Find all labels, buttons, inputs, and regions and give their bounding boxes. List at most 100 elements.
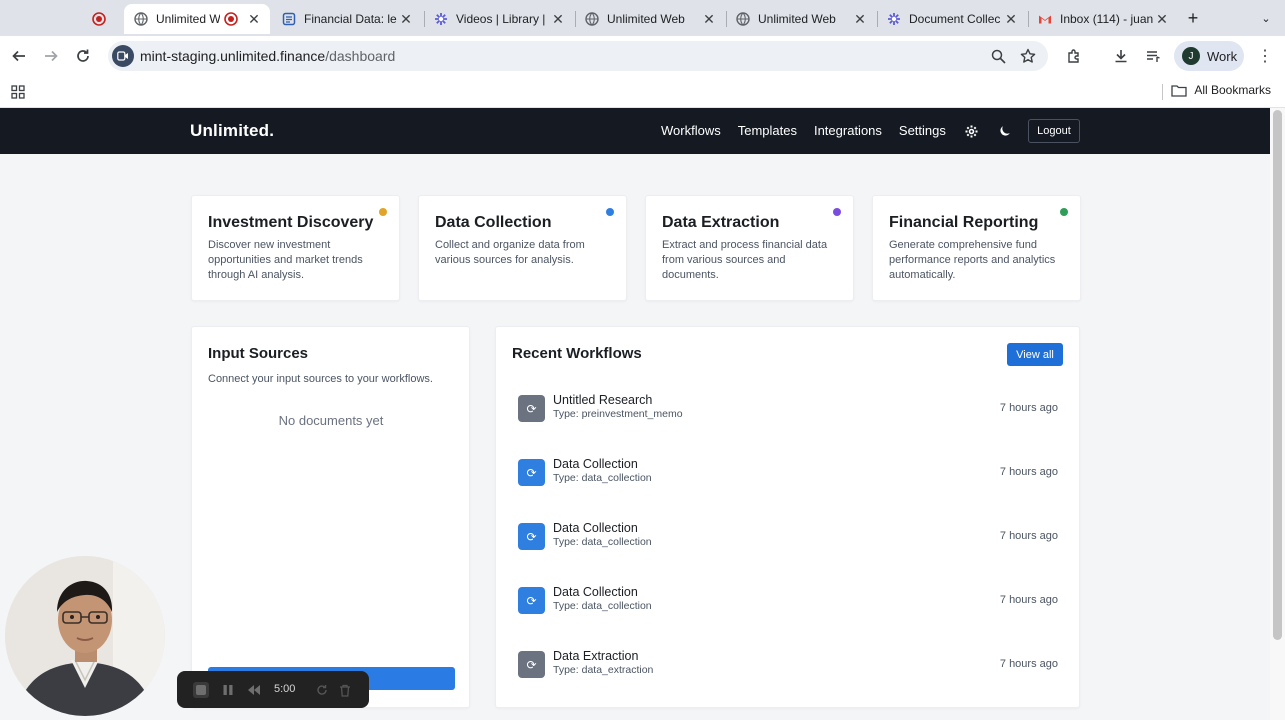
stop-icon[interactable] [193,682,209,698]
media-controls-icon[interactable] [1141,44,1165,68]
feature-card-financial-reporting[interactable]: Financial Reporting Generate comprehensi… [872,195,1081,301]
globe-icon [585,12,599,26]
new-tab-button[interactable]: + [1181,6,1205,30]
workflow-time: 7 hours ago [999,594,1058,606]
main-nav: Workflows Templates Integrations Setting… [661,123,946,138]
empty-state-text: No documents yet [278,413,384,428]
forward-arrow-icon[interactable] [39,44,63,68]
tab-close-icon[interactable]: ✕ [1154,11,1170,28]
recent-workflows-panel: Recent Workflows View all ⟳ Untitled Res… [495,326,1080,708]
tab-unlimited-web[interactable]: Unlimited Web ✕ [575,4,725,34]
browser-toolbar: mint-staging.unlimited.finance/dashboard… [0,36,1285,76]
tab-close-icon[interactable]: ✕ [701,11,717,28]
feature-card-description: Extract and process financial data from … [662,239,828,281]
reload-icon[interactable] [71,44,95,68]
status-dot [1060,208,1068,216]
loom-icon [887,12,901,26]
tab-title: Unlimited Web [758,12,836,26]
workflow-type: Type: data_extraction [553,664,654,676]
tab-close-icon[interactable]: ✕ [246,11,262,28]
all-bookmarks-label: All Bookmarks [1194,83,1271,97]
presenter-video [5,556,165,716]
tab-videos-library[interactable]: Videos | Library | ✕ [424,4,574,34]
tab-gmail-inbox[interactable]: Inbox (114) - juan ✕ [1028,4,1178,34]
site-info-icon[interactable] [112,45,134,67]
tab-close-icon[interactable]: ✕ [1003,11,1019,28]
workflow-type: Type: data_collection [553,472,652,484]
rewind-icon[interactable] [246,682,262,698]
workflow-row[interactable]: ⟳ Untitled Research Type: preinvestment_… [518,391,1058,431]
status-dot [833,208,841,216]
restart-icon[interactable] [314,682,330,698]
refresh-icon: ⟳ [518,395,545,422]
input-sources-panel: Input Sources Connect your input sources… [191,326,470,708]
tab-title: Unlimited Web [156,12,220,26]
doc-icon [282,12,296,26]
globe-icon [134,12,148,26]
extensions-puzzle-icon[interactable] [1062,44,1086,68]
url-text[interactable]: mint-staging.unlimited.finance/dashboard [140,48,395,64]
download-icon[interactable] [1109,44,1133,68]
workflow-type: Type: data_collection [553,600,652,612]
feature-card-description: Collect and organize data from various s… [435,239,585,266]
bookmark-star-icon[interactable] [1018,46,1038,66]
tab-close-icon[interactable]: ✕ [852,11,868,28]
nav-workflows[interactable]: Workflows [661,123,721,138]
apps-grid-icon[interactable] [6,80,30,104]
all-bookmarks-button[interactable]: All Bookmarks [1171,83,1271,97]
status-dot [606,208,614,216]
feature-card-description: Generate comprehensive fund performance … [889,239,1056,281]
nav-integrations[interactable]: Integrations [814,123,882,138]
trash-icon[interactable] [337,682,353,698]
logout-button[interactable]: Logout [1028,119,1080,143]
tab-document-collection[interactable]: Document Collec ✕ [877,4,1027,34]
feature-card-data-extraction[interactable]: Data Extraction Extract and process fina… [645,195,854,301]
tab-unlimited-web-active[interactable]: Unlimited Web ✕ [124,4,270,34]
brand-logo[interactable]: Unlimited. [190,121,274,141]
tab-close-icon[interactable]: ✕ [398,11,414,28]
workflow-name: Data Collection [553,521,638,535]
back-arrow-icon[interactable] [7,44,31,68]
recording-controls: 5:00 [177,671,369,708]
feature-card-investment-discovery[interactable]: Investment Discovery Discover new invest… [191,195,400,301]
zoom-magnifier-icon[interactable] [988,46,1008,66]
tab-title: Videos | Library | [456,12,546,26]
scrollbar-thumb[interactable] [1273,110,1282,640]
workflow-row[interactable]: ⟳ Data Collection Type: data_collection … [518,583,1058,623]
refresh-icon: ⟳ [518,587,545,614]
workflow-row[interactable]: ⟳ Data Collection Type: data_collection … [518,519,1058,559]
bookmarks-divider [1162,84,1163,100]
loom-icon [434,12,448,26]
nav-settings[interactable]: Settings [899,123,946,138]
profile-label: Work [1207,48,1238,64]
globe-icon [736,12,750,26]
browser-menu-kebab-icon[interactable]: ⋮ [1253,44,1277,68]
workflow-row[interactable]: ⟳ Data Collection Type: data_collection … [518,455,1058,495]
tab-search-chevron-icon[interactable]: ⌄ [1254,6,1278,30]
tab-unlimited-web-2[interactable]: Unlimited Web ✕ [726,4,876,34]
refresh-icon: ⟳ [518,523,545,550]
workflow-row[interactable]: ⟳ Data Extraction Type: data_extraction … [518,647,1058,687]
browser-tab-strip: Unlimited Web ✕ Financial Data: le ✕ Vid… [0,0,1285,36]
webcam-bubble[interactable] [5,556,165,716]
app-navbar: Unlimited. Workflows Templates Integrati… [0,108,1270,154]
address-bar[interactable]: mint-staging.unlimited.finance/dashboard [108,41,1048,71]
tab-financial-data[interactable]: Financial Data: le ✕ [272,4,422,34]
workflow-time: 7 hours ago [999,402,1058,414]
tab-recording[interactable] [82,4,122,34]
feature-card-description: Discover new investment opportunities an… [208,239,363,281]
nav-templates[interactable]: Templates [738,123,797,138]
tab-close-icon[interactable]: ✕ [550,11,566,28]
status-dot [379,208,387,216]
dark-mode-moon-icon[interactable] [997,123,1013,139]
settings-gear-icon[interactable] [963,123,979,139]
feature-card-data-collection[interactable]: Data Collection Collect and organize dat… [418,195,627,301]
refresh-icon: ⟳ [518,651,545,678]
pause-icon[interactable] [220,682,236,698]
page-scrollbar[interactable] [1270,108,1285,720]
view-all-button[interactable]: View all [1007,343,1063,366]
workflow-time: 7 hours ago [999,466,1058,478]
profile-chip[interactable]: J Work [1174,41,1244,71]
workflow-time: 7 hours ago [999,530,1058,542]
tab-title: Financial Data: le [304,12,397,26]
